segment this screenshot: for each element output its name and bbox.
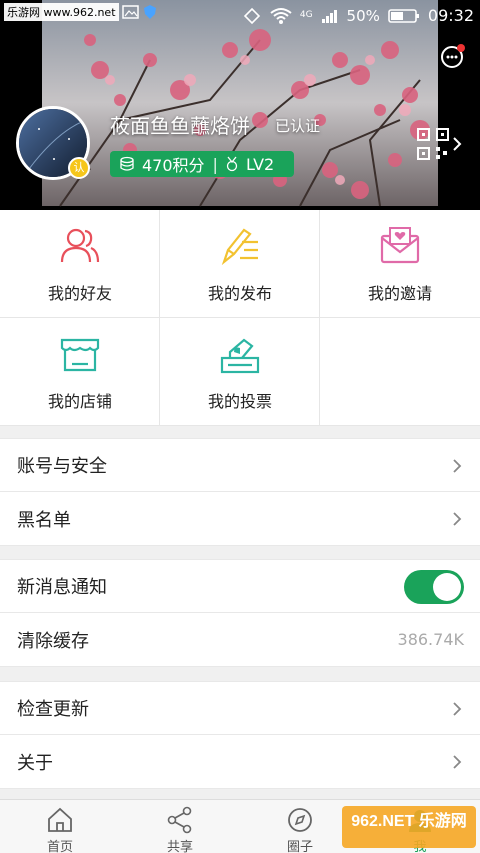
grid-item-empty <box>320 318 480 426</box>
watermark-text: 962.NET 乐游网 <box>351 811 467 830</box>
row-clear-cache[interactable]: 清除缓存 386.74K <box>0 613 480 667</box>
notification-shield-icon <box>143 5 156 19</box>
battery-percent: 50% <box>346 6 380 25</box>
grid-label: 我的邀请 <box>367 284 432 303</box>
status-right: 4G 50% 09:32 <box>242 6 474 25</box>
grid-label: 我的投票 <box>207 392 272 411</box>
home-icon <box>48 807 72 832</box>
row-label: 账号与安全 <box>17 456 107 477</box>
grid-label: 我的店铺 <box>47 392 112 411</box>
invite-icon <box>380 227 420 264</box>
notifications-toggle[interactable] <box>404 570 464 604</box>
pill-divider: | <box>212 154 218 174</box>
shop-icon <box>60 338 100 372</box>
publish-icon <box>221 228 258 266</box>
qr-code-button[interactable] <box>416 126 468 162</box>
points-value: 470积分 <box>142 156 205 175</box>
compass-icon <box>288 808 312 832</box>
status-watermark: 乐游网 www.962.net <box>4 3 119 21</box>
row-check-update[interactable]: 检查更新 <box>0 681 480 735</box>
row-label: 黑名单 <box>17 509 71 531</box>
row-label: 检查更新 <box>17 699 89 720</box>
chevron-right-icon <box>453 137 462 151</box>
coins-icon <box>120 156 134 171</box>
messages-button[interactable] <box>438 42 468 72</box>
status-time: 09:32 <box>427 6 474 25</box>
qr-code-icon <box>417 128 449 160</box>
cache-size: 386.74K <box>397 630 464 649</box>
tab-home[interactable]: 首页 <box>0 800 120 853</box>
status-left: 乐游网 www.962.net <box>4 3 157 21</box>
grid-item-shop[interactable]: 我的店铺 <box>0 318 160 426</box>
notification-image-icon <box>121 5 139 19</box>
tab-share[interactable]: 共享 <box>120 800 240 853</box>
username: 莜面鱼鱼蘸烙饼 <box>110 114 250 138</box>
grid-item-vote[interactable]: 我的投票 <box>160 318 320 426</box>
profile-header: 乐游网 www.962.net 4G 50% 09:32 认 莜面鱼鱼蘸烙饼 已… <box>0 0 480 210</box>
row-notifications: 新消息通知 <box>0 559 480 613</box>
verified-badge: 认 <box>68 157 90 179</box>
row-label: 清除缓存 <box>17 630 89 652</box>
share-icon <box>167 806 192 834</box>
toggle-knob <box>433 573 461 601</box>
grid-item-invite[interactable]: 我的邀请 <box>320 210 480 318</box>
status-bar: 乐游网 www.962.net 4G 50% 09:32 <box>0 0 480 34</box>
level-value: LV2 <box>245 154 275 174</box>
friends-icon <box>60 228 100 263</box>
grid-item-friends[interactable]: 我的好友 <box>0 210 160 318</box>
chevron-right-icon <box>453 459 462 473</box>
network-type: 4G <box>299 10 313 20</box>
chevron-right-icon <box>453 755 462 769</box>
points-level-pill[interactable]: 470积分 | LV2 <box>110 151 294 177</box>
vote-icon <box>220 338 260 374</box>
row-label: 关于 <box>17 752 53 774</box>
tab-label: 共享 <box>166 840 193 853</box>
row-account-security[interactable]: 账号与安全 <box>0 438 480 492</box>
chat-bubble-icon <box>441 44 465 68</box>
wifi-icon <box>270 7 292 24</box>
medal-icon <box>226 156 238 172</box>
feature-grid: 我的好友 我的发布 我的邀请 我的店铺 我的投票 <box>0 210 480 426</box>
site-watermark: 962.NET 乐游网 <box>342 806 476 848</box>
tab-label: 首页 <box>46 840 73 853</box>
row-about[interactable]: 关于 <box>0 735 480 789</box>
signal-icon <box>321 9 337 23</box>
rotate-lock-icon <box>243 7 260 24</box>
chevron-right-icon <box>453 702 462 716</box>
chevron-right-icon <box>453 512 462 526</box>
grid-label: 我的发布 <box>207 284 272 303</box>
row-label: 新消息通知 <box>17 577 107 598</box>
battery-icon <box>388 8 419 23</box>
grid-item-publish[interactable]: 我的发布 <box>160 210 320 318</box>
grid-label: 我的好友 <box>47 284 112 303</box>
profile-screen: 乐游网 www.962.net 4G 50% 09:32 认 莜面鱼鱼蘸烙饼 已… <box>0 0 480 853</box>
row-blacklist[interactable]: 黑名单 <box>0 492 480 546</box>
verified-label: 已认证 <box>275 117 321 135</box>
